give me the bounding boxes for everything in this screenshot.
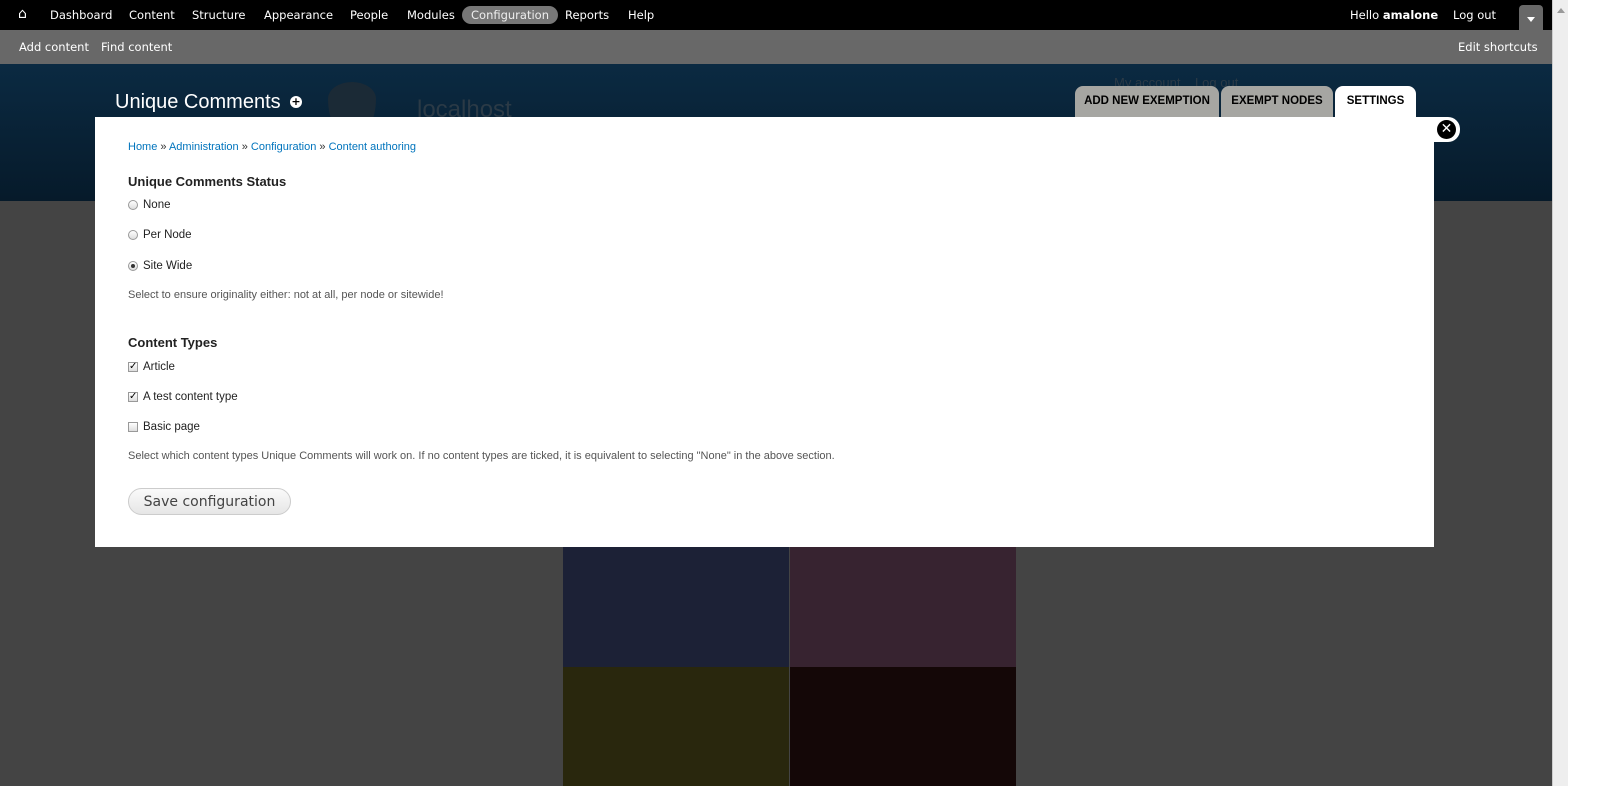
scroll-up-icon[interactable] (1557, 4, 1565, 13)
menu-people[interactable]: People (350, 8, 388, 22)
menu-configuration[interactable]: Configuration (462, 6, 558, 24)
save-configuration-button[interactable]: Save configuration (128, 488, 291, 515)
home-icon[interactable]: ⌂ (18, 6, 27, 22)
admin-toolbar: ⌂ Dashboard Content Structure Appearance… (0, 0, 1552, 30)
menu-content[interactable]: Content (129, 8, 175, 22)
hello-label: Hello (1350, 8, 1380, 22)
logout-link[interactable]: Log out (1453, 8, 1496, 22)
shortcuts-bar: Add content Find content Edit shortcuts (0, 30, 1552, 64)
add-shortcut-icon[interactable]: + (290, 96, 302, 108)
radio-button[interactable] (128, 200, 138, 210)
close-overlay-button[interactable]: ✕ (1433, 117, 1460, 142)
radio-label: Per Node (143, 229, 192, 241)
tab-settings[interactable]: SETTINGS (1335, 86, 1416, 117)
checkbox-label: Basic page (143, 421, 200, 433)
checkbox-label: Article (143, 361, 175, 373)
checkbox[interactable]: ✓ (128, 362, 138, 372)
checkbox-test-content-type[interactable]: ✓ A test content type (128, 391, 238, 403)
checkbox-article[interactable]: ✓ Article (128, 361, 175, 373)
breadcrumb-administration[interactable]: Administration (169, 141, 239, 153)
content-types-description: Select which content types Unique Commen… (128, 450, 835, 462)
radio-label: None (143, 199, 171, 211)
menu-appearance[interactable]: Appearance (264, 8, 333, 22)
breadcrumb-home[interactable]: Home (128, 141, 157, 153)
breadcrumb: Home » Administration » Configuration » … (128, 141, 417, 153)
radio-button[interactable] (128, 230, 138, 240)
status-heading: Unique Comments Status (128, 174, 287, 189)
shortcut-add-content[interactable]: Add content (19, 40, 89, 54)
radio-site-wide[interactable]: Site Wide (128, 260, 192, 272)
username[interactable]: amalone (1383, 8, 1438, 22)
radio-none[interactable]: None (128, 199, 171, 211)
close-icon: ✕ (1437, 120, 1456, 139)
page: ⌂ Dashboard Content Structure Appearance… (0, 0, 1552, 786)
toggle-drawer-button[interactable] (1519, 5, 1543, 30)
radio-button[interactable] (128, 261, 138, 271)
status-description: Select to ensure originality either: not… (128, 289, 444, 301)
menu-reports[interactable]: Reports (565, 8, 609, 22)
menu-structure[interactable]: Structure (192, 8, 246, 22)
breadcrumb-content-authoring[interactable]: Content authoring (329, 141, 416, 153)
content-types-heading: Content Types (128, 335, 218, 350)
edit-shortcuts-link[interactable]: Edit shortcuts (1458, 40, 1538, 54)
radio-per-node[interactable]: Per Node (128, 229, 192, 241)
tab-add-new-exemption[interactable]: ADD NEW EXEMPTION (1075, 86, 1219, 117)
menu-help[interactable]: Help (628, 8, 654, 22)
page-title: Unique Comments (115, 91, 281, 113)
checkbox[interactable] (128, 422, 138, 432)
tab-exempt-nodes[interactable]: EXEMPT NODES (1221, 86, 1333, 117)
checkbox[interactable]: ✓ (128, 392, 138, 402)
user-greeting[interactable]: Hello amalone (1350, 8, 1438, 22)
checkbox-basic-page[interactable]: Basic page (128, 421, 200, 433)
shortcut-find-content[interactable]: Find content (101, 40, 172, 54)
menu-dashboard[interactable]: Dashboard (50, 8, 112, 22)
scrollbar[interactable] (1552, 0, 1568, 786)
checkbox-label: A test content type (143, 391, 238, 403)
overlay-dialog: Home » Administration » Configuration » … (95, 117, 1434, 547)
radio-label: Site Wide (143, 260, 193, 272)
breadcrumb-configuration[interactable]: Configuration (251, 141, 316, 153)
menu-modules[interactable]: Modules (407, 8, 455, 22)
